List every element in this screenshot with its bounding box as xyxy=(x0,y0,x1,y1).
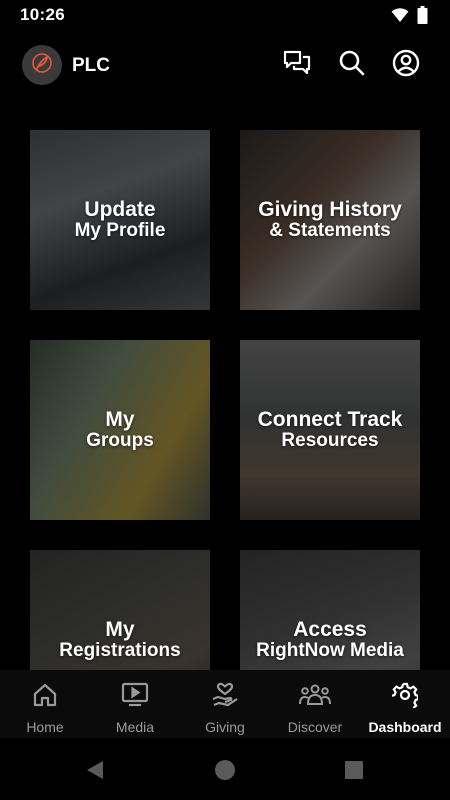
nav-label: Giving xyxy=(205,719,245,735)
tile-my-registrations[interactable]: My Registrations xyxy=(30,550,210,670)
app-title: PLC xyxy=(72,55,110,76)
tile-update-profile[interactable]: Update My Profile xyxy=(30,130,210,310)
recents-icon[interactable] xyxy=(343,759,365,781)
nav-discover[interactable]: Discover xyxy=(270,670,360,738)
dashboard-tiles: Update My Profile Giving History & State… xyxy=(0,130,450,670)
tile-giving-history[interactable]: Giving History & Statements xyxy=(240,130,420,310)
home-icon xyxy=(32,682,58,713)
nav-media[interactable]: Media xyxy=(90,670,180,738)
nav-dashboard[interactable]: Dashboard xyxy=(360,670,450,738)
nav-label: Media xyxy=(115,719,155,735)
tile-label: Connect Track Resources xyxy=(257,408,403,452)
home-nav-icon[interactable] xyxy=(214,759,236,781)
tile-label: My Registrations xyxy=(59,618,181,662)
nav-home[interactable]: Home xyxy=(0,670,90,738)
tile-label: My Groups xyxy=(86,408,154,452)
app-logo[interactable] xyxy=(22,45,62,85)
status-bar: 10:26 xyxy=(0,0,450,30)
battery-icon xyxy=(417,6,428,29)
search-icon xyxy=(338,49,366,82)
nav-label: Home xyxy=(26,719,64,735)
nav-giving[interactable]: Giving xyxy=(180,670,270,738)
chat-icon xyxy=(283,50,311,81)
account-icon xyxy=(392,49,420,82)
tile-rightnow-media[interactable]: Access RightNow Media xyxy=(240,550,420,670)
bottom-nav: Home Media Giving Discover Dashboard xyxy=(0,670,450,738)
back-icon[interactable] xyxy=(84,759,106,781)
status-icons xyxy=(391,6,428,29)
feather-icon xyxy=(31,52,53,79)
giving-icon xyxy=(211,682,239,713)
app-header: PLC xyxy=(0,38,450,94)
tile-connect-track[interactable]: Connect Track Resources xyxy=(240,340,420,520)
tile-my-groups[interactable]: My Groups xyxy=(30,340,210,520)
people-icon xyxy=(299,682,331,713)
wifi-icon xyxy=(391,7,409,28)
system-nav xyxy=(0,738,450,800)
account-button[interactable] xyxy=(391,49,421,82)
status-time: 10:26 xyxy=(20,5,65,24)
search-button[interactable] xyxy=(337,50,367,80)
tile-label: Giving History & Statements xyxy=(258,198,402,242)
nav-label: Discover xyxy=(287,719,343,735)
tile-label: Update My Profile xyxy=(74,198,166,242)
gear-icon xyxy=(391,682,420,713)
nav-label: Dashboard xyxy=(368,719,442,735)
media-icon xyxy=(121,682,149,713)
chat-button[interactable] xyxy=(282,50,312,80)
tile-label: Access RightNow Media xyxy=(256,618,404,662)
